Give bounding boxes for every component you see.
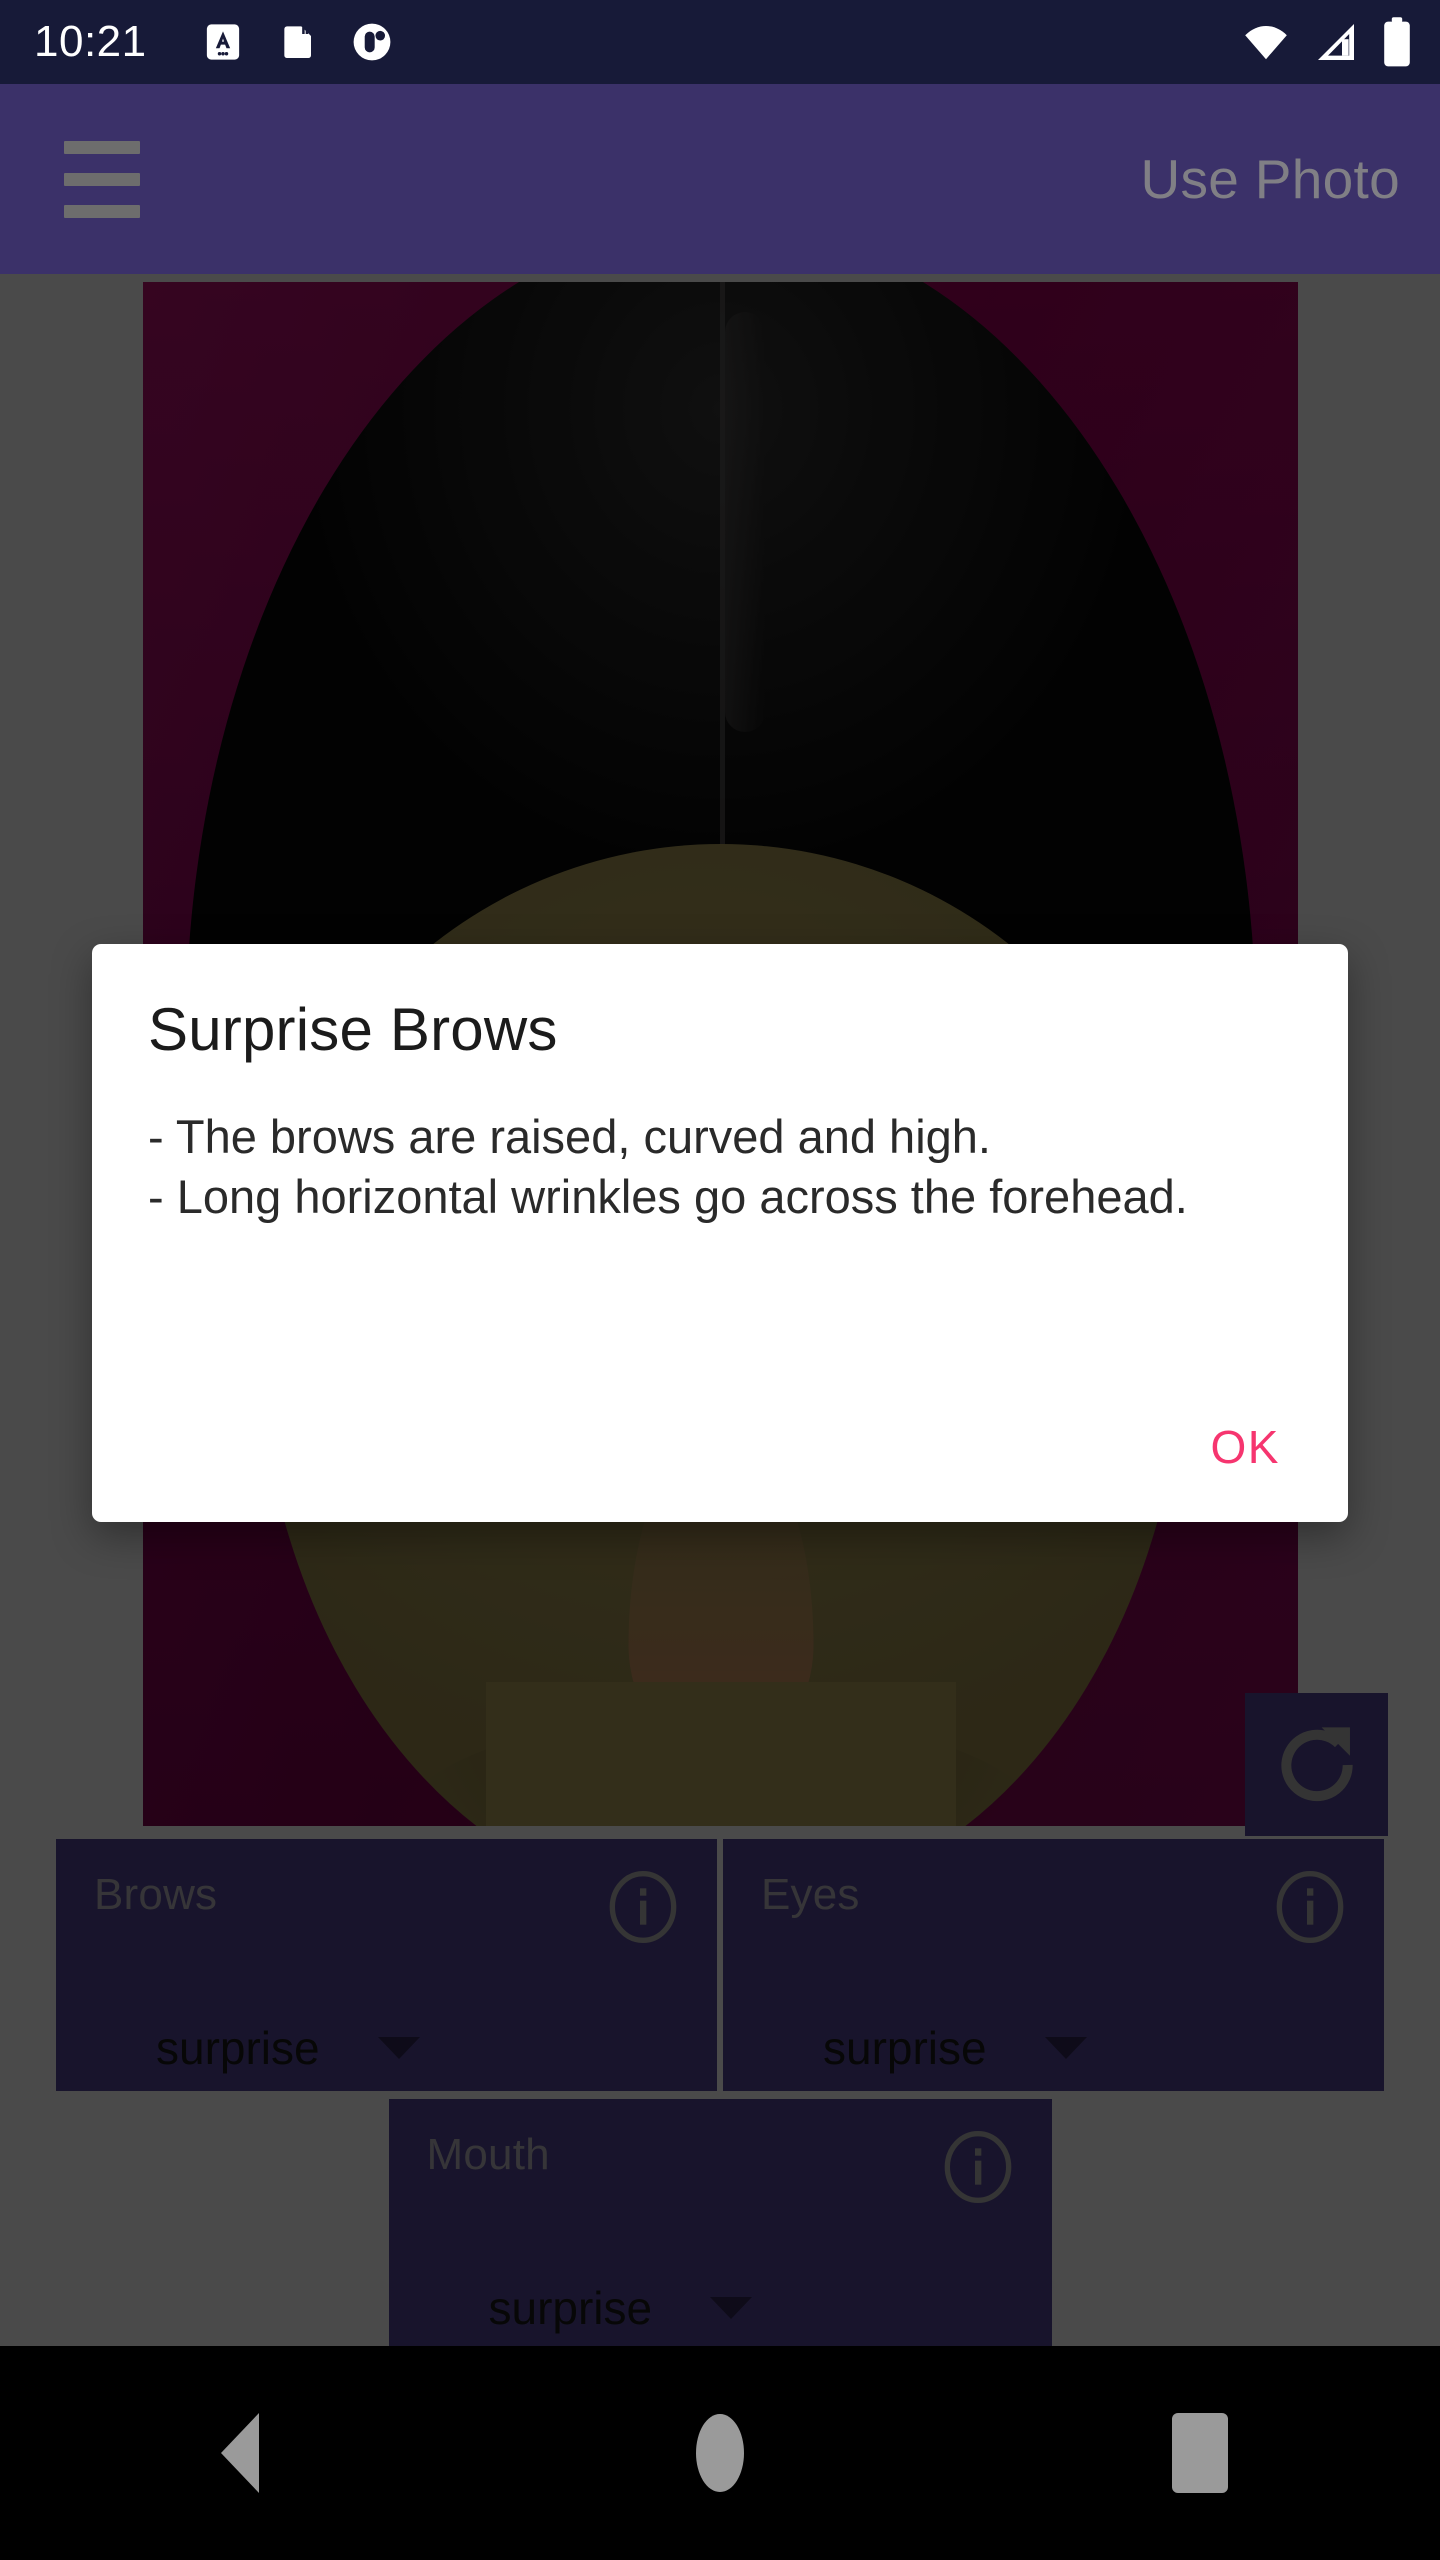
spinner-value-eyes: surprise [823,2022,987,2074]
android-navigation-bar [0,2346,1440,2560]
back-triangle-icon [221,2413,259,2493]
use-photo-button[interactable]: Use Photo [1140,151,1400,207]
status-notification-icons [201,18,395,66]
status-clock: 10:21 [34,17,147,66]
spinner-value-brows: surprise [156,2022,320,2074]
nav-home-button[interactable] [620,2388,820,2518]
hair-part-highlight [724,312,765,732]
cellular-signal-icon [1318,24,1354,60]
hamburger-menu-icon[interactable] [64,140,140,218]
wifi-icon [1245,26,1287,60]
nav-recents-button[interactable] [1100,2388,1300,2518]
spinner-mouth[interactable]: surprise [489,2285,753,2331]
dialog-message: - The brows are raised, curved and high.… [148,1110,1188,1224]
control-card-mouth[interactable]: Mouth surprise [388,2099,1052,2351]
dialog-actions: OK [1199,1416,1292,1478]
info-dialog: Surprise Brows - The brows are raised, c… [92,944,1348,1522]
rotate-photo-button[interactable] [1245,1693,1388,1836]
status-system-icons [1240,16,1414,68]
dialog-ok-button[interactable]: OK [1199,1416,1292,1478]
control-card-brows[interactable]: Brows surprise [56,1839,717,2091]
hamburger-bar-2 [64,172,140,186]
control-title-mouth: Mouth [426,2130,550,2179]
app-badge-icon [353,23,391,61]
sd-card-icon [283,26,311,58]
info-button-eyes[interactable] [1270,1867,1350,1947]
app-bar: Use Photo [0,84,1440,274]
text-format-icon [206,24,239,60]
hamburger-bar-1 [64,140,140,154]
controls-row-top: Brows surprise Eyes surprise [0,1839,1440,2091]
dialog-title: Surprise Brows [148,996,558,1063]
nav-back-button[interactable] [140,2388,340,2518]
info-circle-icon [609,1871,677,1943]
info-circle-icon [1276,1871,1344,1943]
spinner-brows[interactable]: surprise [156,2025,420,2071]
chevron-down-icon [710,2297,753,2319]
recents-square-icon [1172,2413,1228,2493]
chevron-down-icon [1044,2037,1087,2059]
control-title-eyes: Eyes [761,1870,860,1919]
hamburger-bar-3 [64,204,140,218]
spinner-eyes[interactable]: surprise [823,2025,1087,2071]
spinner-value-mouth: surprise [488,2282,653,2334]
status-bar: 10:21 [0,0,1440,84]
controls-row-bottom: Mouth surprise [0,2099,1440,2351]
battery-icon [1384,17,1410,67]
chevron-down-icon [377,2037,420,2059]
info-button-brows[interactable] [603,1867,683,1947]
rotate-refresh-icon [1280,1726,1353,1801]
phone-screen: Brows surprise Eyes surprise Mouth surpr… [0,0,1440,2560]
control-title-brows: Brows [94,1870,218,1919]
info-circle-icon [944,2131,1011,2203]
info-button-mouth[interactable] [938,2127,1018,2207]
control-card-eyes[interactable]: Eyes surprise [723,1839,1384,2091]
home-circle-icon [696,2414,744,2492]
neck-shape [485,1682,956,1826]
